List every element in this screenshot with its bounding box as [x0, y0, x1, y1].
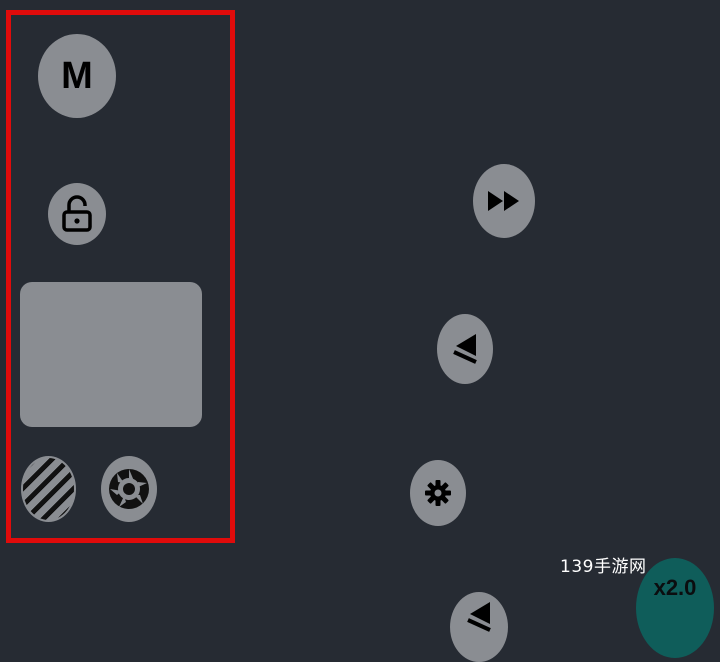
aperture-button[interactable]: [101, 456, 157, 522]
preview-panel[interactable]: [20, 282, 202, 427]
rewind-button-partial[interactable]: [450, 592, 508, 662]
settings-button[interactable]: [410, 460, 466, 526]
watermark: 139手游网: [560, 557, 647, 577]
fast-forward-button[interactable]: [473, 164, 535, 238]
unlock-icon: [62, 195, 92, 232]
rewind-button[interactable]: [437, 314, 493, 384]
speed-button[interactable]: x2.0: [636, 558, 714, 658]
aperture-icon: [109, 469, 149, 509]
rewind-icon: [453, 334, 477, 364]
fast-forward-icon: [488, 191, 519, 211]
rewind-icon: [467, 602, 491, 632]
mode-button[interactable]: M: [38, 34, 116, 118]
gear-icon: [425, 480, 451, 506]
stripes-button[interactable]: [21, 456, 76, 522]
lock-button[interactable]: [48, 183, 106, 245]
speed-label: x2.0: [653, 575, 697, 600]
